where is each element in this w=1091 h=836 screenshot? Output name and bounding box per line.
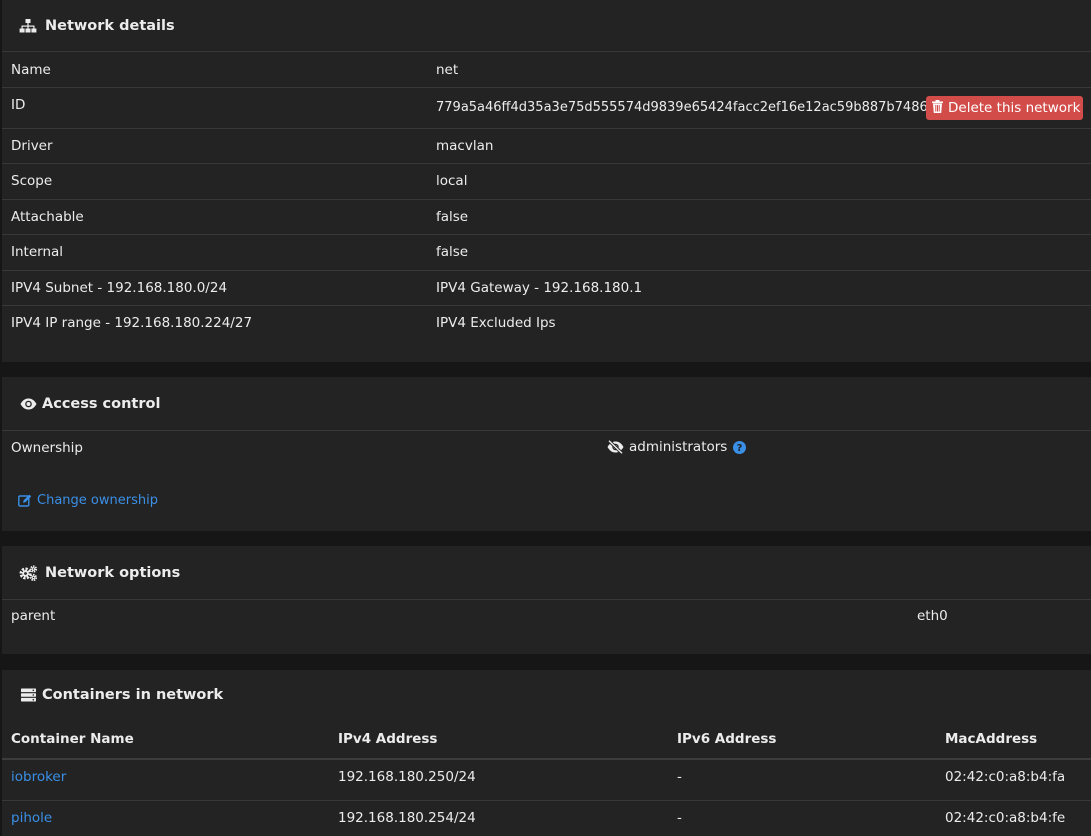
detail-label: Attachable xyxy=(11,209,84,225)
cogs-icon xyxy=(18,563,38,583)
delete-network-button[interactable]: Delete this network xyxy=(926,96,1083,120)
detail-label: Driver xyxy=(11,138,53,154)
detail-row-driver: Driver macvlan xyxy=(2,129,1091,164)
detail-label: Internal xyxy=(11,244,64,260)
column-header-mac[interactable]: MacAddress xyxy=(945,731,1037,747)
detail-label: IPV4 IP range - 192.168.180.224/27 xyxy=(11,315,253,331)
containers-header: Containers in network xyxy=(2,670,1091,720)
question-circle-icon[interactable]: ? xyxy=(733,440,747,454)
container-ipv4: 192.168.180.254/24 xyxy=(338,810,476,826)
column-header-ipv6[interactable]: IPv6 Address xyxy=(677,731,776,747)
network-options-title: Network options xyxy=(45,564,181,581)
sitemap-icon xyxy=(18,16,38,36)
svg-text:?: ? xyxy=(737,443,743,454)
detail-label: Scope xyxy=(11,173,53,189)
detail-row-internal: Internal false xyxy=(2,235,1091,271)
detail-label: Name xyxy=(11,62,51,78)
column-header-container-name[interactable]: Container Name xyxy=(11,731,134,747)
network-options-panel: Network options parent eth0 xyxy=(2,546,1091,654)
option-key: parent xyxy=(11,608,56,624)
container-mac: 02:42:c0:a8:b4:fa xyxy=(945,769,1066,785)
container-ipv6: - xyxy=(677,810,682,826)
containers-panel: Containers in network Container Name IPv… xyxy=(2,670,1091,836)
containers-table-header: Container Name IPv4 Address IPv6 Address… xyxy=(2,720,1091,760)
network-details-panel: Network details Name net ID 779a5a46ff4d… xyxy=(2,0,1091,362)
access-control-header: Access control xyxy=(2,377,1091,431)
table-row: pihole 192.168.180.254/24 - 02:42:c0:a8:… xyxy=(2,801,1091,836)
eye-slash-icon xyxy=(607,440,624,454)
container-link[interactable]: iobroker xyxy=(11,769,66,785)
container-ipv6: - xyxy=(677,769,682,785)
network-details-title: Network details xyxy=(45,17,175,34)
detail-value: false xyxy=(436,209,469,225)
detail-row-name: Name net xyxy=(2,52,1091,88)
detail-value: net xyxy=(436,62,459,78)
change-ownership-label: Change ownership xyxy=(37,493,158,508)
change-ownership-link[interactable]: Change ownership xyxy=(18,493,158,508)
network-details-header: Network details xyxy=(2,0,1091,52)
ownership-row: Ownership administrators ? Change owners… xyxy=(2,431,1091,531)
access-control-panel: Access control Ownership administrators … xyxy=(2,377,1091,531)
container-link[interactable]: pihole xyxy=(11,810,52,826)
detail-value: local xyxy=(436,173,468,189)
detail-label: IPV4 Subnet - 192.168.180.0/24 xyxy=(11,280,228,296)
ownership-value-group: administrators ? xyxy=(607,439,747,455)
detail-label: ID xyxy=(11,97,26,113)
detail-row-id: ID 779a5a46ff4d35a3e75d555574d9839e65424… xyxy=(2,88,1091,129)
detail-row-attachable: Attachable false xyxy=(2,200,1091,235)
detail-value: false xyxy=(436,244,469,260)
column-header-ipv4[interactable]: IPv4 Address xyxy=(338,731,437,747)
detail-row-ip-range: IPV4 IP range - 192.168.180.224/27 IPV4 … xyxy=(2,306,1091,362)
detail-row-subnet: IPV4 Subnet - 192.168.180.0/24 IPV4 Gate… xyxy=(2,271,1091,306)
containers-title: Containers in network xyxy=(42,687,224,703)
detail-value: IPV4 Excluded Ips xyxy=(436,315,556,331)
option-row: parent eth0 xyxy=(2,600,1091,654)
table-row: iobroker 192.168.180.250/24 - 02:42:c0:a… xyxy=(2,760,1091,801)
ownership-label: Ownership xyxy=(11,440,83,456)
detail-value: macvlan xyxy=(436,138,494,154)
container-mac: 02:42:c0:a8:b4:fe xyxy=(945,810,1066,826)
network-id-value: 779a5a46ff4d35a3e75d555574d9839e65424fac… xyxy=(436,100,944,115)
edit-icon xyxy=(18,494,37,507)
detail-row-scope: Scope local xyxy=(2,164,1091,200)
network-options-header: Network options xyxy=(2,546,1091,600)
trash-icon xyxy=(932,99,948,117)
eye-icon xyxy=(18,394,38,414)
ownership-value: administrators xyxy=(629,439,728,455)
detail-value: IPV4 Gateway - 192.168.180.1 xyxy=(436,280,643,296)
option-value: eth0 xyxy=(917,608,948,624)
access-control-title: Access control xyxy=(42,395,161,412)
delete-network-label: Delete this network xyxy=(948,100,1081,116)
server-icon xyxy=(18,685,38,705)
container-ipv4: 192.168.180.250/24 xyxy=(338,769,476,785)
